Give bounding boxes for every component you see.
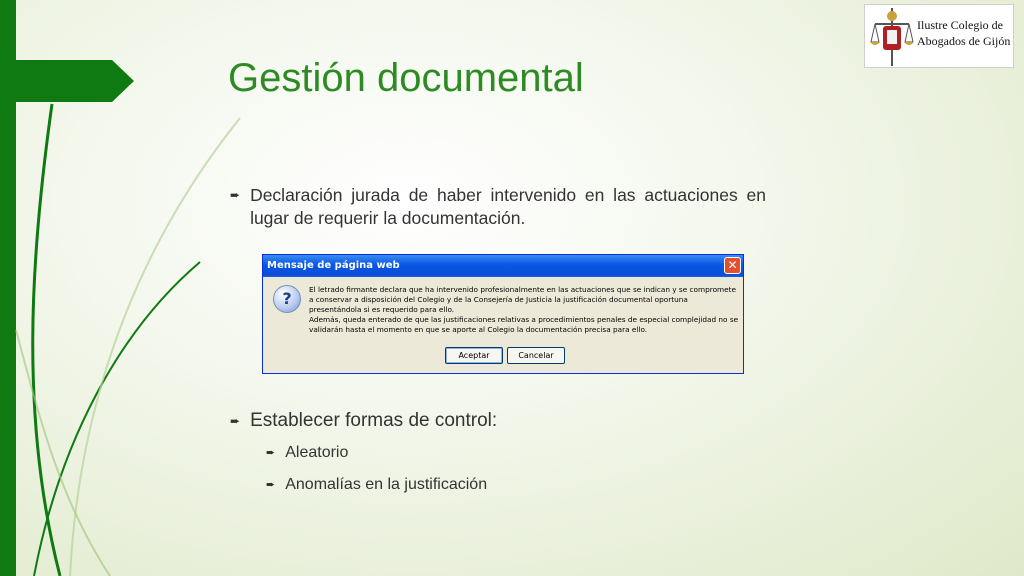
sub-bullet-anomalies: ➨ Anomalías en la justificación <box>266 476 487 494</box>
sub-bullet-random: ➨ Aleatorio <box>266 444 348 462</box>
coat-of-arms-icon <box>870 8 914 66</box>
slide-title: Gestión documental <box>228 56 584 100</box>
question-icon: ? <box>273 285 301 313</box>
dialog-title: Mensaje de página web <box>267 260 400 271</box>
title-arrow-band <box>0 60 134 102</box>
arrow-bullet-icon: ➨ <box>230 414 241 428</box>
message-dialog: Mensaje de página web ✕ ? El letrado fir… <box>262 254 744 374</box>
arrow-bullet-icon: ➨ <box>266 479 276 491</box>
college-logo: Ilustre Colegio de Abogados de Gijón <box>864 4 1014 68</box>
bullet-text: Declaración jurada de haber intervenido … <box>250 185 766 228</box>
accept-button[interactable]: Aceptar <box>445 347 503 364</box>
close-icon[interactable]: ✕ <box>724 257 741 274</box>
arrow-bullet-icon: ➨ <box>230 188 241 202</box>
dialog-message: El letrado firmante declara que ha inter… <box>309 285 739 335</box>
bullet-text: Aleatorio <box>285 444 349 461</box>
arrow-bullet-icon: ➨ <box>266 447 276 459</box>
bullet-declaration: ➨ Declaración jurada de haber intervenid… <box>230 184 766 230</box>
bullet-controls: ➨ Establecer formas de control: <box>230 410 497 432</box>
bullet-text: Establecer formas de control: <box>250 410 498 431</box>
dialog-titlebar[interactable]: Mensaje de página web ✕ <box>263 255 743 277</box>
logo-text: Ilustre Colegio de Abogados de Gijón <box>917 18 1011 48</box>
dialog-message-line2: Además, queda enterado de que las justif… <box>309 315 739 334</box>
dialog-message-line1: El letrado firmante declara que ha inter… <box>309 285 737 314</box>
bullet-text: Anomalías en la justificación <box>285 476 488 493</box>
cancel-button[interactable]: Cancelar <box>507 347 565 364</box>
